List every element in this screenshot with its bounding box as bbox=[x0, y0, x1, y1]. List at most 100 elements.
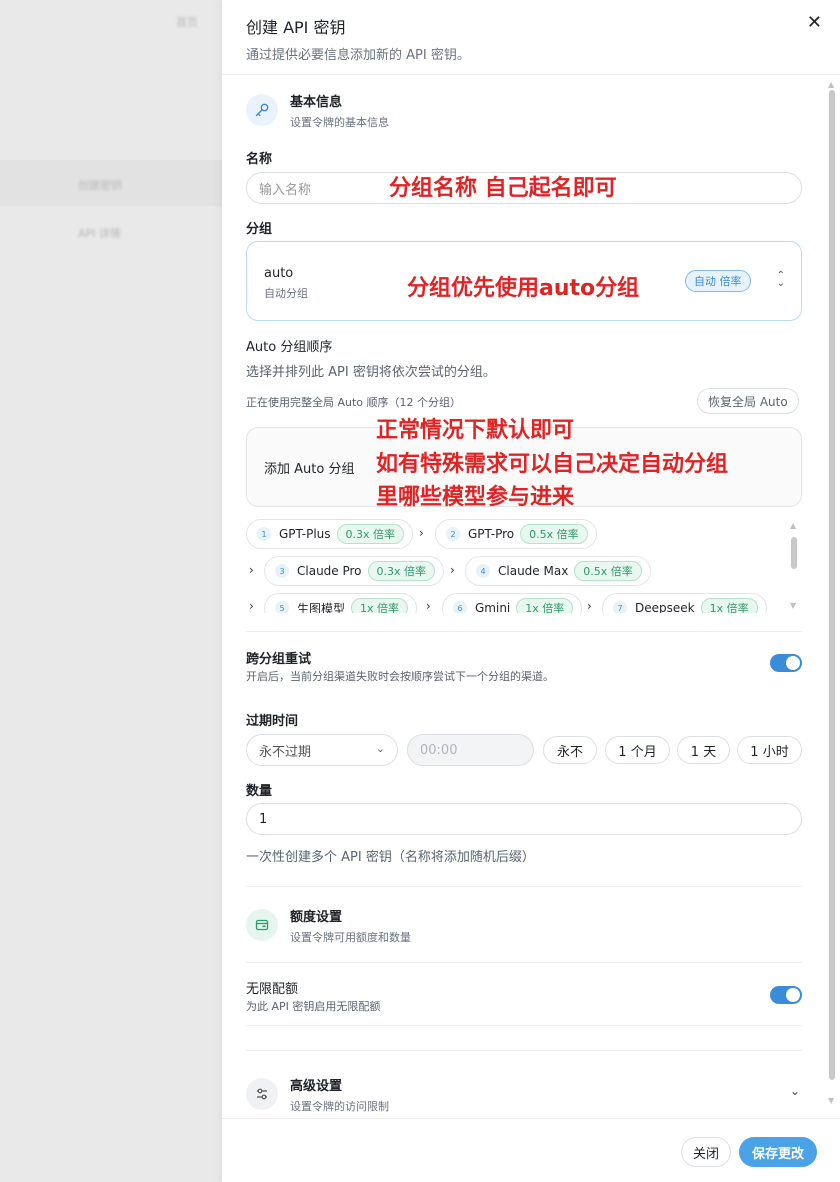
chip-rate-badge: 0.5x 倍率 bbox=[574, 561, 642, 581]
drawer-header: 创建 API 密钥 通过提供必要信息添加新的 API 密钥。 ✕ bbox=[222, 0, 840, 75]
annotation-order-note-2: 如有特殊需求可以自己决定自动分组 bbox=[376, 452, 729, 477]
chip-order-number: 3 bbox=[275, 564, 289, 578]
drawer-subtitle: 通过提供必要信息添加新的 API 密钥。 bbox=[246, 48, 470, 63]
unlimited-quota-desc: 为此 API 密钥启用无限配额 bbox=[246, 1000, 381, 1013]
chevron-right-icon: › bbox=[249, 563, 254, 577]
chip-name: Claude Pro bbox=[297, 564, 362, 578]
chip-name: Claude Max bbox=[498, 564, 569, 578]
basic-info-subtitle: 设置令牌的基本信息 bbox=[290, 115, 389, 129]
drawer-scrollbar[interactable]: ▲ ▼ bbox=[828, 80, 836, 1110]
chevron-updown-icon: ⌃ ⌄ bbox=[776, 270, 785, 289]
expiry-1-hour-button[interactable]: 1 小时 bbox=[737, 736, 802, 764]
group-label: 分组 bbox=[246, 222, 273, 237]
chevron-right-icon: › bbox=[426, 599, 431, 613]
close-icon[interactable]: ✕ bbox=[807, 12, 822, 33]
restore-global-auto-button[interactable]: 恢复全局 Auto bbox=[697, 388, 799, 414]
auto-group-chip[interactable]: 4 Claude Max 0.5x 倍率 bbox=[465, 556, 651, 586]
quota-header: 额度设置 设置令牌可用额度和数量 bbox=[246, 891, 411, 959]
unlimited-quota-label: 无限配额 bbox=[246, 982, 299, 997]
auto-order-status: 正在使用完整全局 Auto 顺序（12 个分组） bbox=[246, 396, 462, 409]
cross-retry-toggle[interactable] bbox=[770, 654, 802, 672]
basic-info-header: 基本信息 设置令牌的基本信息 bbox=[246, 76, 389, 144]
quota-title: 额度设置 bbox=[290, 909, 343, 925]
chevron-down-icon: ⌄ bbox=[375, 742, 385, 755]
background-app: 首页 创建密钥 API 详情 bbox=[0, 0, 222, 1182]
chip-rate-badge: 1x 倍率 bbox=[700, 598, 758, 613]
quantity-input[interactable]: 1 bbox=[246, 803, 802, 835]
expiry-label: 过期时间 bbox=[246, 714, 299, 729]
drawer-content: 基本信息 设置令牌的基本信息 名称 输入名称 分组名称 自己起名即可 分组 au… bbox=[246, 76, 802, 1116]
chip-list-scrollbar[interactable]: ▲ ▼ bbox=[790, 521, 798, 613]
basic-info-title: 基本信息 bbox=[290, 94, 343, 110]
auto-group-chip[interactable]: 2 GPT-Pro 0.5x 倍率 bbox=[435, 519, 597, 549]
auto-group-chip[interactable]: 5 生图模型 1x 倍率 bbox=[264, 593, 418, 614]
auto-group-chip[interactable]: 1 GPT-Plus 0.3x 倍率 bbox=[246, 519, 414, 549]
divider bbox=[246, 962, 802, 963]
background-nav-item: 首页 bbox=[176, 16, 198, 29]
chip-name: Deepseek bbox=[635, 601, 695, 613]
close-button[interactable]: 关闭 bbox=[681, 1137, 731, 1167]
drawer-footer: 关闭 保存更改 bbox=[222, 1118, 840, 1182]
expiry-1-month-button[interactable]: 1 个月 bbox=[605, 736, 670, 764]
annotation-order-note-1: 正常情况下默认即可 bbox=[376, 418, 575, 443]
expiry-select-value: 永不过期 bbox=[259, 744, 312, 760]
auto-group-chip[interactable]: 7 Deepseek 1x 倍率 bbox=[602, 593, 767, 613]
auto-order-desc: 选择并排列此 API 密钥将依次尝试的分组。 bbox=[246, 365, 496, 380]
expiry-1-day-button[interactable]: 1 天 bbox=[677, 736, 730, 764]
annotation-name-note: 分组名称 自己起名即可 bbox=[389, 176, 617, 201]
auto-rate-badge: 自动 倍率 bbox=[685, 270, 751, 292]
chip-rate-badge: 0.5x 倍率 bbox=[520, 524, 588, 544]
expiry-select[interactable]: 永不过期 ⌄ bbox=[246, 734, 398, 766]
chip-name: 生图模型 bbox=[297, 601, 346, 614]
chip-rate-badge: 0.3x 倍率 bbox=[367, 561, 436, 581]
chip-name: Gmini bbox=[475, 601, 511, 613]
chevron-right-icon: › bbox=[450, 563, 455, 577]
divider bbox=[246, 886, 802, 887]
chip-rate-badge: 1x 倍率 bbox=[351, 598, 409, 613]
scrollbar-thumb[interactable] bbox=[829, 90, 835, 1080]
chip-name: GPT-Plus bbox=[279, 527, 331, 541]
auto-group-chip[interactable]: 6 Gmini 1x 倍率 bbox=[442, 593, 583, 613]
annotation-order-note-3: 里哪些模型参与进来 bbox=[376, 485, 575, 510]
chip-order-number: 2 bbox=[446, 527, 460, 541]
chevron-right-icon: › bbox=[419, 526, 424, 540]
auto-group-chip-list: 1 GPT-Plus 0.3x 倍率 › 2 GPT-Pro 0.5x 倍率 ›… bbox=[246, 517, 802, 613]
cross-retry-desc: 开启后，当前分组渠道失败时会按顺序尝试下一个分组的渠道。 bbox=[246, 670, 554, 683]
background-nav-item: 创建密钥 bbox=[78, 179, 122, 192]
quantity-hint: 一次性创建多个 API 密钥（名称将添加随机后缀） bbox=[246, 850, 535, 865]
expiry-never-button[interactable]: 永不 bbox=[543, 736, 597, 764]
background-nav-item: API 详情 bbox=[78, 227, 121, 240]
annotation-group-note: 分组优先使用auto分组 bbox=[407, 276, 640, 301]
chip-order-number: 7 bbox=[613, 601, 627, 613]
divider bbox=[246, 631, 802, 632]
divider bbox=[246, 1025, 802, 1026]
add-auto-group-label: 添加 Auto 分组 bbox=[264, 461, 355, 477]
divider bbox=[246, 1050, 802, 1051]
expiry-time-placeholder: 00:00 bbox=[420, 742, 458, 758]
chevron-right-icon: › bbox=[249, 599, 254, 613]
cross-retry-label: 跨分组重试 bbox=[246, 652, 312, 667]
quantity-value: 1 bbox=[259, 811, 268, 827]
chip-name: GPT-Pro bbox=[468, 527, 515, 541]
name-label: 名称 bbox=[246, 152, 273, 167]
chevron-right-icon: › bbox=[587, 599, 592, 613]
wallet-icon bbox=[246, 909, 278, 941]
chip-order-number: 5 bbox=[275, 601, 289, 613]
sliders-icon bbox=[246, 1078, 278, 1110]
unlimited-quota-toggle[interactable] bbox=[770, 986, 802, 1004]
chip-order-number: 1 bbox=[257, 527, 271, 541]
chevron-down-icon: ⌄ bbox=[789, 1084, 800, 1098]
key-icon bbox=[246, 94, 278, 126]
advanced-header[interactable]: 高级设置 设置令牌的访问限制 ⌄ bbox=[246, 1060, 802, 1116]
expiry-time-input[interactable]: 00:00 bbox=[407, 734, 534, 766]
name-input-placeholder: 输入名称 bbox=[259, 182, 312, 198]
auto-group-chip[interactable]: 3 Claude Pro 0.3x 倍率 bbox=[264, 556, 445, 586]
drawer-title: 创建 API 密钥 bbox=[246, 18, 346, 37]
advanced-subtitle: 设置令牌的访问限制 bbox=[290, 1099, 389, 1113]
chip-rate-badge: 1x 倍率 bbox=[516, 598, 574, 613]
quantity-label: 数量 bbox=[246, 784, 273, 799]
chip-rate-badge: 0.3x 倍率 bbox=[336, 524, 405, 544]
quota-subtitle: 设置令牌可用额度和数量 bbox=[290, 930, 411, 944]
save-changes-button[interactable]: 保存更改 bbox=[739, 1137, 817, 1167]
create-api-key-drawer: 创建 API 密钥 通过提供必要信息添加新的 API 密钥。 ✕ 基本信息 设置… bbox=[222, 0, 840, 1182]
